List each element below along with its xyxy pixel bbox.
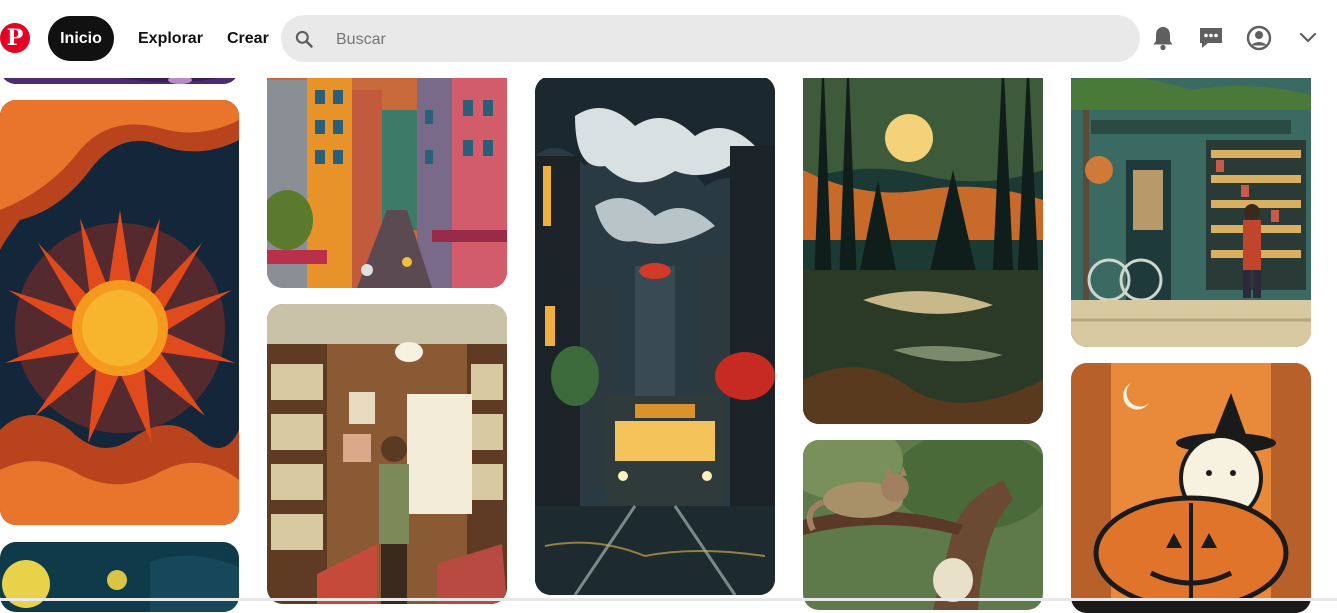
moon-night-pin[interactable] [0,542,239,612]
pinterest-logo-icon[interactable]: P [0,23,30,53]
sun-illustration-pin[interactable] [0,100,239,525]
halloween-pumpkin-ghost-pin[interactable] [1071,363,1311,613]
bell-icon[interactable] [1150,25,1176,51]
profile-icon[interactable] [1246,25,1272,51]
city-tram-night-pin[interactable] [535,76,775,595]
logo-letter: P [6,25,24,51]
nav-home-button[interactable]: Inicio [48,16,114,61]
search-icon [295,30,313,48]
shop-storefront-pin[interactable] [1071,50,1311,347]
cheshire-cat-tree-pin[interactable] [803,440,1043,610]
search-bar[interactable] [281,15,1140,64]
record-store-pin[interactable] [267,304,507,604]
top-navigation-bar: P Inicio Explorar Crear [0,0,1337,78]
forest-moon-lake-pin[interactable] [803,50,1043,424]
nav-create-link[interactable]: Crear [227,16,269,61]
nav-explore-link[interactable]: Explorar [138,16,203,61]
colorful-town-street-pin[interactable] [267,50,507,288]
chevron-down-icon[interactable] [1295,25,1321,51]
search-input[interactable] [334,15,1118,64]
message-icon[interactable] [1198,25,1224,51]
